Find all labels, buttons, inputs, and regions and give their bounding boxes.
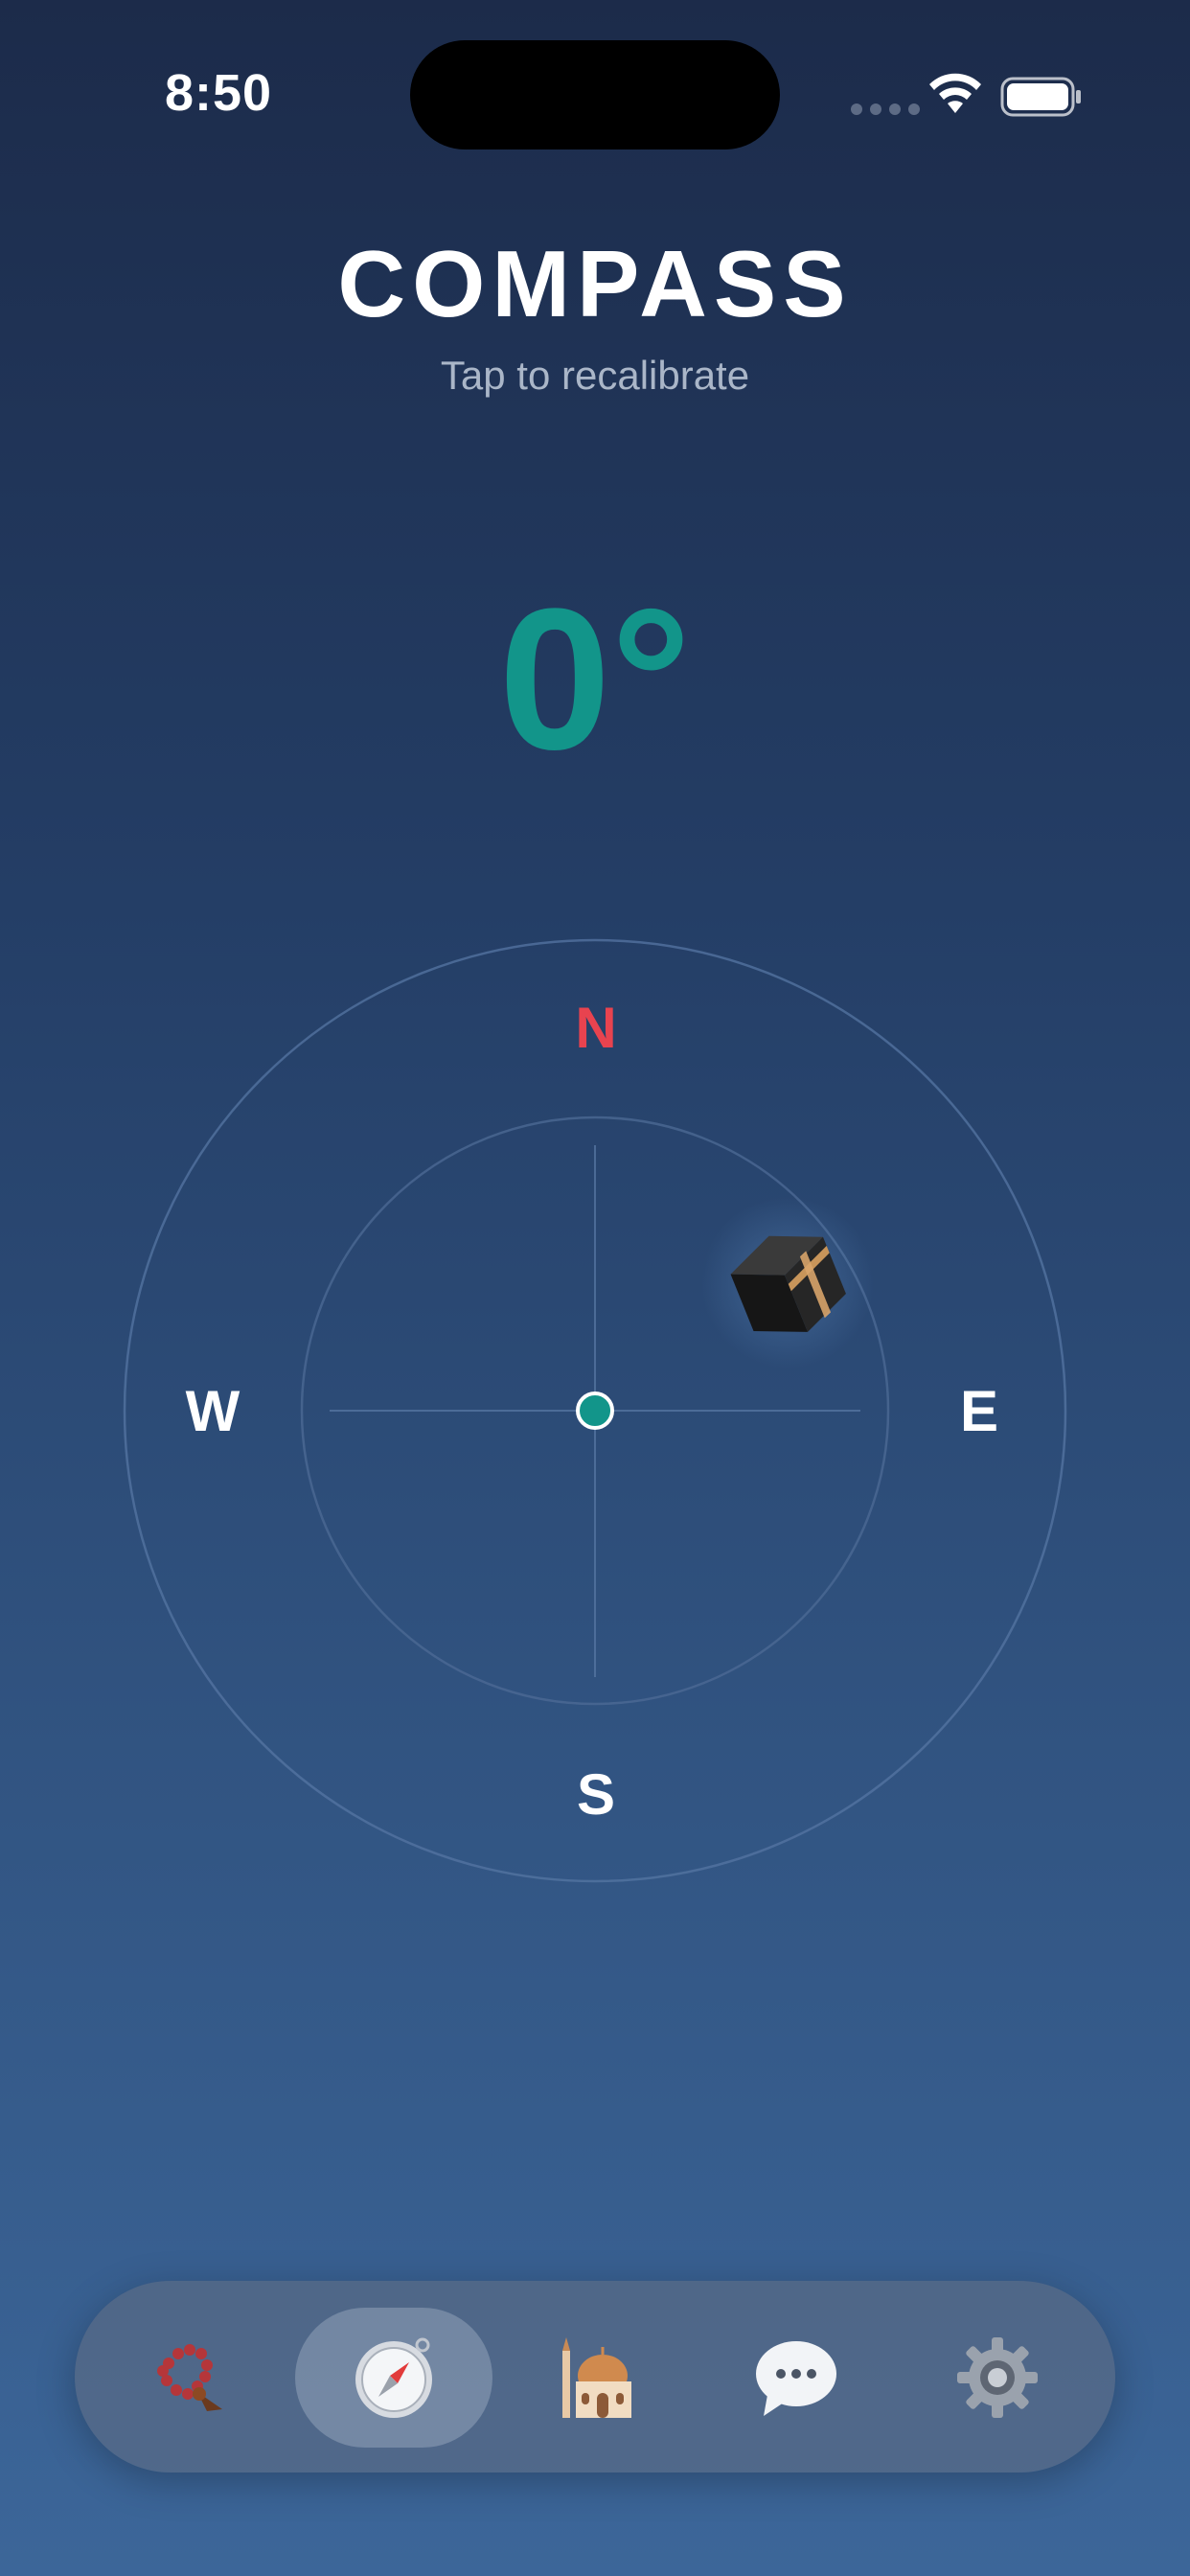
tab-tasbih[interactable] (94, 2308, 291, 2448)
recalibrate-hint[interactable]: Tap to recalibrate (0, 353, 1190, 399)
east-label: E (959, 1379, 999, 1443)
kaaba-icon (701, 1196, 874, 1368)
tab-compass[interactable] (295, 2308, 492, 2448)
page-title: COMPASS (337, 231, 853, 336)
chat-bubble-icon (756, 2341, 836, 2416)
tab-settings[interactable] (899, 2308, 1096, 2448)
compass-icon (355, 2337, 432, 2418)
status-time: 8:50 (165, 64, 273, 122)
signal-icon (851, 104, 920, 115)
center-dot (576, 1392, 614, 1430)
wifi-icon (929, 73, 981, 113)
inner-ring (300, 1116, 890, 1706)
gear-icon (957, 2337, 1038, 2418)
tab-chat[interactable] (698, 2308, 895, 2448)
tab-bar (75, 2281, 1115, 2472)
south-label: S (576, 1762, 616, 1827)
prayer-beads-icon (157, 2344, 222, 2411)
battery-icon (1000, 77, 1081, 117)
north-label: N (575, 996, 617, 1060)
mosque-icon (562, 2337, 631, 2418)
heading-degrees: 0° (498, 566, 692, 792)
west-label: W (185, 1379, 240, 1443)
tab-mosque[interactable] (496, 2308, 694, 2448)
dynamic-island (410, 40, 780, 150)
